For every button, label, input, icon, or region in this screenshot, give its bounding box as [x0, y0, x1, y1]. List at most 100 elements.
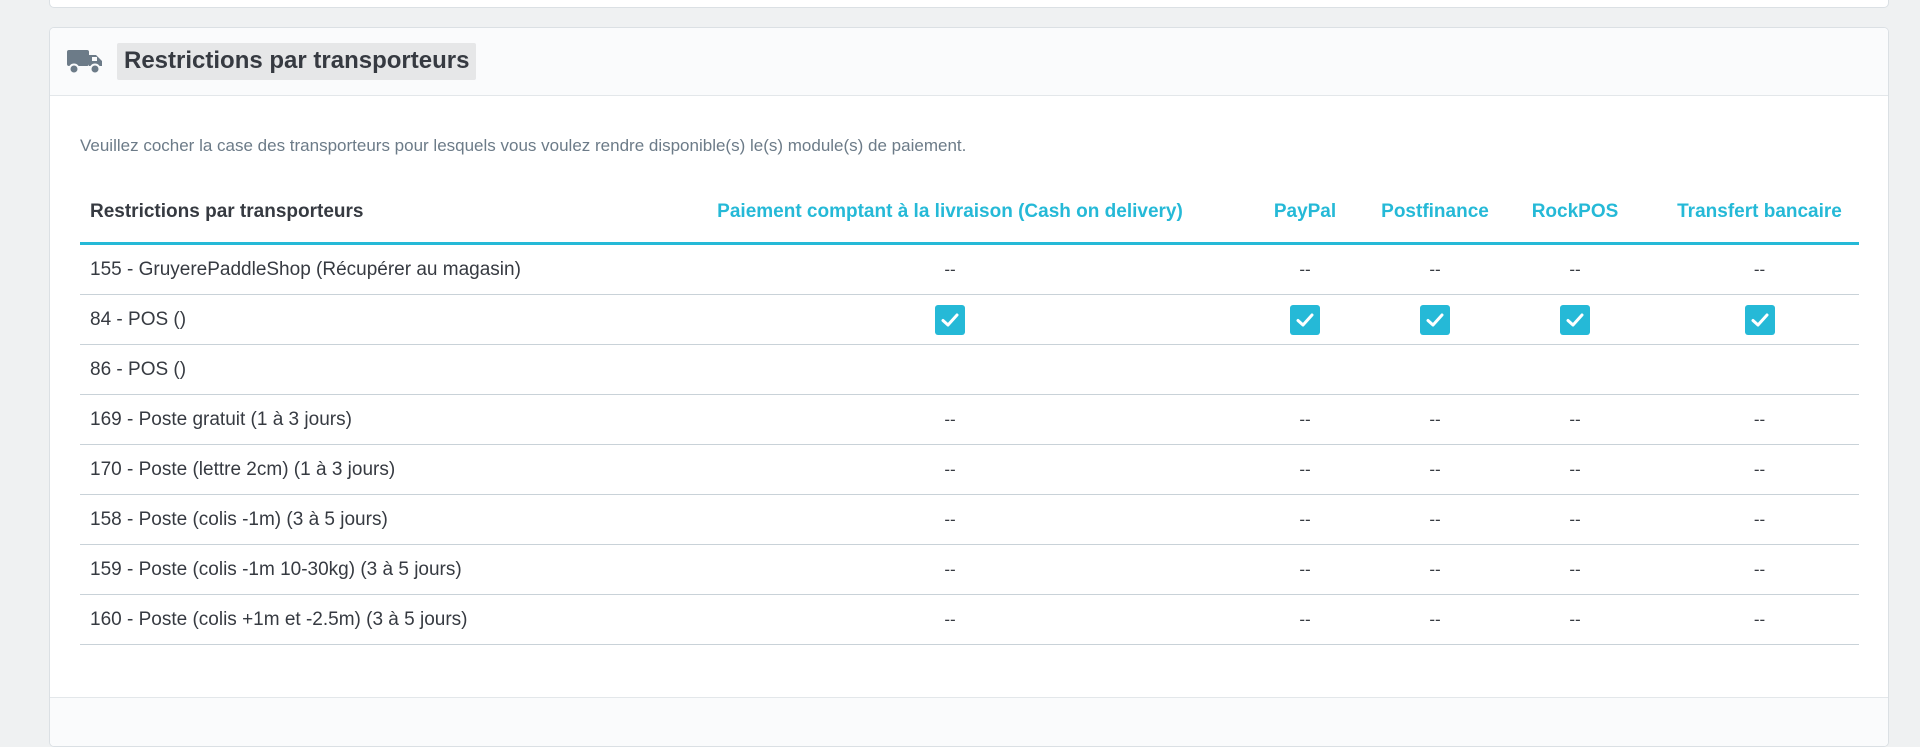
cell-bank-transfer: --	[1660, 544, 1859, 595]
carrier-restrictions-panel: Restrictions par transporteurs Veuillez …	[49, 27, 1889, 747]
cell-paypal: --	[1230, 444, 1380, 495]
unavailable-marker: --	[1753, 409, 1766, 429]
column-header-rockpos: RockPOS	[1490, 182, 1660, 245]
cell-postfinance	[1380, 294, 1490, 345]
cell-cash-on-delivery: --	[670, 494, 1230, 545]
column-header-paypal: PayPal	[1230, 182, 1380, 245]
cell-paypal: --	[1230, 594, 1380, 645]
unavailable-marker: --	[944, 409, 956, 429]
cell-rockpos	[1490, 294, 1660, 345]
checkbox-bank-transfer[interactable]	[1744, 304, 1775, 335]
unavailable-marker: --	[1299, 259, 1311, 279]
unavailable-marker: --	[944, 509, 956, 529]
cell-paypal: --	[1230, 243, 1380, 295]
unavailable-marker: --	[1429, 509, 1441, 529]
unavailable-marker: --	[1299, 459, 1311, 479]
cell-rockpos: --	[1490, 394, 1660, 445]
cell-postfinance: --	[1380, 544, 1490, 595]
cell-paypal: --	[1230, 494, 1380, 545]
cell-paypal	[1230, 294, 1380, 345]
cell-postfinance: --	[1380, 394, 1490, 445]
cell-rockpos: --	[1490, 243, 1660, 295]
cell-cash-on-delivery	[670, 344, 1230, 395]
checkbox-rockpos[interactable]	[1560, 304, 1590, 335]
cell-paypal	[1230, 344, 1380, 395]
panel-heading: Restrictions par transporteurs	[50, 28, 1888, 96]
unavailable-marker: --	[1753, 559, 1766, 579]
carrier-name: 169 - Poste gratuit (1 à 3 jours)	[80, 394, 670, 445]
panel-title: Restrictions par transporteurs	[117, 43, 477, 80]
cell-rockpos: --	[1490, 494, 1660, 545]
cell-postfinance: --	[1380, 594, 1490, 645]
table-header-row: Restrictions par transporteurs Paiement …	[80, 182, 1859, 245]
cell-postfinance: --	[1380, 494, 1490, 545]
cell-bank-transfer: --	[1660, 594, 1859, 645]
cell-bank-transfer: --	[1660, 444, 1859, 495]
truck-icon	[67, 49, 103, 75]
carrier-name: 86 - POS ()	[80, 344, 670, 395]
table-row: 86 - POS ()	[80, 344, 1859, 395]
cell-rockpos: --	[1490, 544, 1660, 595]
unavailable-marker: --	[1299, 609, 1311, 629]
checkmark-icon	[1566, 313, 1584, 326]
cell-bank-transfer	[1660, 344, 1859, 395]
unavailable-marker: --	[1429, 459, 1441, 479]
cell-cash-on-delivery: --	[670, 394, 1230, 445]
table-row: 155 - GruyerePaddleShop (Récupérer au ma…	[80, 243, 1859, 295]
column-header-bank-transfer: Transfert bancaire	[1660, 182, 1859, 245]
cell-paypal: --	[1230, 394, 1380, 445]
checkbox-paypal[interactable]	[1290, 304, 1320, 335]
cell-cash-on-delivery	[670, 294, 1230, 345]
cell-postfinance: --	[1380, 444, 1490, 495]
checkbox-cash-on-delivery[interactable]	[935, 304, 965, 335]
help-text: Veuillez cocher la case des transporteur…	[80, 136, 967, 155]
unavailable-marker: --	[944, 259, 956, 279]
carrier-name: 160 - Poste (colis +1m et -2.5m) (3 à 5 …	[80, 594, 670, 645]
cell-bank-transfer: --	[1660, 394, 1859, 445]
panel-footer	[50, 697, 1888, 746]
unavailable-marker: --	[1299, 559, 1311, 579]
table-row: 84 - POS ()	[80, 294, 1859, 345]
unavailable-marker: --	[1429, 559, 1441, 579]
cell-bank-transfer	[1660, 294, 1859, 345]
unavailable-marker: --	[944, 559, 956, 579]
cell-bank-transfer: --	[1660, 494, 1859, 545]
panel-body: Veuillez cocher la case des transporteur…	[50, 96, 1888, 645]
unavailable-marker: --	[944, 609, 956, 629]
cell-cash-on-delivery: --	[670, 544, 1230, 595]
checkmark-icon	[1296, 313, 1314, 326]
column-header-carriers: Restrictions par transporteurs	[80, 182, 670, 245]
unavailable-marker: --	[1753, 459, 1766, 479]
cell-cash-on-delivery: --	[670, 594, 1230, 645]
unavailable-marker: --	[1429, 609, 1441, 629]
cell-rockpos: --	[1490, 444, 1660, 495]
unavailable-marker: --	[1299, 409, 1311, 429]
cell-rockpos: --	[1490, 594, 1660, 645]
column-header-cash-on-delivery: Paiement comptant à la livraison (Cash o…	[670, 182, 1230, 245]
table-row: 158 - Poste (colis -1m) (3 à 5 jours) -- -…	[80, 494, 1859, 545]
unavailable-marker: --	[944, 459, 956, 479]
carrier-restrictions-table: Restrictions par transporteurs Paiement …	[80, 182, 1859, 645]
cell-rockpos	[1490, 344, 1660, 395]
unavailable-marker: --	[1569, 459, 1581, 479]
table-body: 155 - GruyerePaddleShop (Récupérer au ma…	[80, 243, 1859, 645]
table-row: 169 - Poste gratuit (1 à 3 jours) -- -- -- -…	[80, 394, 1859, 445]
cell-postfinance	[1380, 344, 1490, 395]
checkmark-icon	[1751, 313, 1768, 326]
unavailable-marker: --	[1429, 259, 1441, 279]
unavailable-marker: --	[1753, 259, 1766, 279]
unavailable-marker: --	[1429, 409, 1441, 429]
unavailable-marker: --	[1753, 609, 1766, 629]
checkbox-postfinance[interactable]	[1420, 304, 1450, 335]
checkmark-icon	[941, 313, 959, 326]
unavailable-marker: --	[1299, 509, 1311, 529]
previous-panel	[49, 0, 1889, 8]
cell-cash-on-delivery: --	[670, 444, 1230, 495]
carrier-name: 155 - GruyerePaddleShop (Récupérer au ma…	[80, 243, 670, 295]
unavailable-marker: --	[1569, 509, 1581, 529]
carrier-name: 159 - Poste (colis -1m 10-30kg) (3 à 5 j…	[80, 544, 670, 595]
cell-bank-transfer: --	[1660, 243, 1859, 295]
column-header-postfinance: Postfinance	[1380, 182, 1490, 245]
table-row: 170 - Poste (lettre 2cm) (1 à 3 jours) --…	[80, 444, 1859, 495]
carrier-name: 84 - POS ()	[80, 294, 670, 345]
